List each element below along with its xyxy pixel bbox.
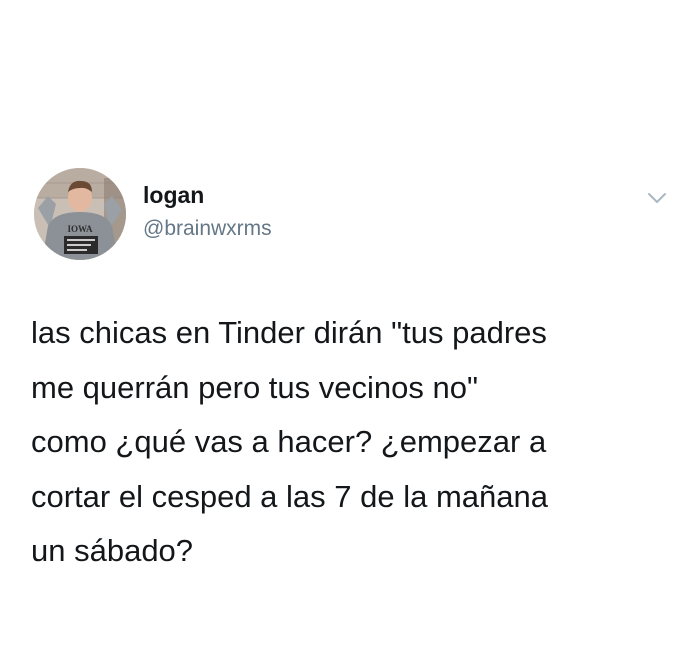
author-handle[interactable]: @brainwxrms xyxy=(143,216,272,242)
avatar-shirt-text: IOWA xyxy=(67,224,93,234)
avatar-photo: IOWA xyxy=(34,168,126,260)
tweet-card: IOWA logan @brainwxrms las chicas en Tin… xyxy=(0,0,700,660)
avatar[interactable]: IOWA xyxy=(34,168,126,260)
chevron-down-icon[interactable] xyxy=(646,190,668,206)
tweet-text: las chicas en Tinder dirán "tus padres m… xyxy=(31,315,548,568)
author-name[interactable]: logan xyxy=(143,181,204,209)
